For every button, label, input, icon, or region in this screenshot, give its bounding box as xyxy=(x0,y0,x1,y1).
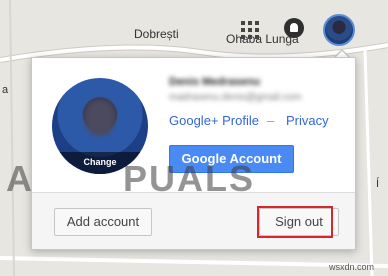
map-label-edge-left: a xyxy=(2,84,9,96)
change-photo-button[interactable]: Change xyxy=(52,152,148,174)
sign-out-button[interactable]: Sign out xyxy=(259,208,339,236)
user-email: madrasenu.denis@gmail.com xyxy=(169,92,302,103)
avatar-face-blurred xyxy=(85,100,115,136)
account-avatar-large[interactable]: Change xyxy=(52,78,148,174)
map-label-edge-right: Í xyxy=(376,178,380,190)
apps-grid-icon[interactable] xyxy=(241,21,259,39)
google-plus-profile-link[interactable]: Google+ Profile xyxy=(169,113,259,128)
account-popup-header: Change Denis Medrasenu madrasenu.denis@g… xyxy=(6,58,355,199)
notifications-bell-icon[interactable] xyxy=(284,18,304,38)
map-label-dobresti: Dobrești xyxy=(134,27,179,41)
account-popup: Change Denis Medrasenu madrasenu.denis@g… xyxy=(6,57,356,250)
site-watermark: wsxdn.com xyxy=(329,262,375,272)
add-account-button[interactable]: Add account xyxy=(54,208,152,236)
google-account-button[interactable]: Google Account xyxy=(169,145,294,173)
privacy-link[interactable]: Privacy xyxy=(286,113,329,128)
link-separator: – xyxy=(267,113,275,128)
profile-avatar-button[interactable] xyxy=(323,14,355,46)
user-name: Denis Medrasenu xyxy=(169,76,261,88)
account-popup-footer: Add account Sign out xyxy=(32,192,355,249)
